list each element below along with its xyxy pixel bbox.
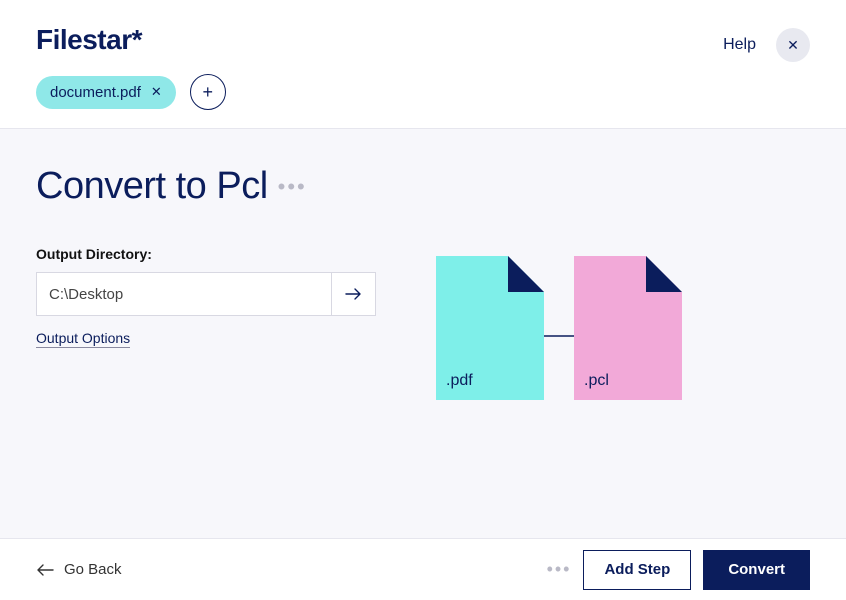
footer: Go Back ••• Add Step Convert xyxy=(0,538,846,600)
header-left: Filestar* document.pdf ✕ + xyxy=(36,24,226,110)
help-link[interactable]: Help xyxy=(723,36,756,54)
arrow-right-icon xyxy=(345,287,363,301)
page-title: Convert to Pcl xyxy=(36,165,268,208)
convert-button[interactable]: Convert xyxy=(703,550,810,590)
logo: Filestar* xyxy=(36,24,226,56)
output-directory-input[interactable] xyxy=(36,272,332,316)
file-row: document.pdf ✕ + xyxy=(36,74,226,110)
destination-file-shape: .pcl xyxy=(574,256,682,400)
conversion-diagram: .pdf .pcl xyxy=(436,256,716,416)
destination-ext-label: .pcl xyxy=(584,372,609,390)
output-options-link[interactable]: Output Options xyxy=(36,330,130,348)
title-more-icon[interactable]: ••• xyxy=(278,176,307,198)
close-icon: ✕ xyxy=(787,37,799,54)
output-directory-group xyxy=(36,272,376,316)
add-step-button[interactable]: Add Step xyxy=(583,550,691,590)
go-back-button[interactable]: Go Back xyxy=(36,561,122,578)
content-row: Output Directory: Output Options .pdf xyxy=(36,246,810,416)
footer-right: ••• Add Step Convert xyxy=(547,550,810,590)
header-right: Help ✕ xyxy=(723,24,810,62)
add-file-button[interactable]: + xyxy=(190,74,226,110)
file-chip[interactable]: document.pdf ✕ xyxy=(36,76,176,109)
form-column: Output Directory: Output Options xyxy=(36,246,376,416)
source-ext-label: .pdf xyxy=(446,372,473,390)
remove-file-icon[interactable]: ✕ xyxy=(151,84,162,100)
footer-more-icon[interactable]: ••• xyxy=(547,559,572,580)
file-chip-label: document.pdf xyxy=(50,84,141,101)
title-row: Convert to Pcl ••• xyxy=(36,165,810,208)
plus-icon: + xyxy=(203,82,214,103)
main: Convert to Pcl ••• Output Directory: Out… xyxy=(0,128,846,538)
header: Filestar* document.pdf ✕ + Help ✕ xyxy=(0,0,846,128)
go-back-label: Go Back xyxy=(64,561,122,578)
arrow-left-icon xyxy=(36,564,54,576)
output-directory-label: Output Directory: xyxy=(36,246,376,262)
browse-directory-button[interactable] xyxy=(332,272,376,316)
source-file-shape: .pdf xyxy=(436,256,544,400)
close-button[interactable]: ✕ xyxy=(776,28,810,62)
